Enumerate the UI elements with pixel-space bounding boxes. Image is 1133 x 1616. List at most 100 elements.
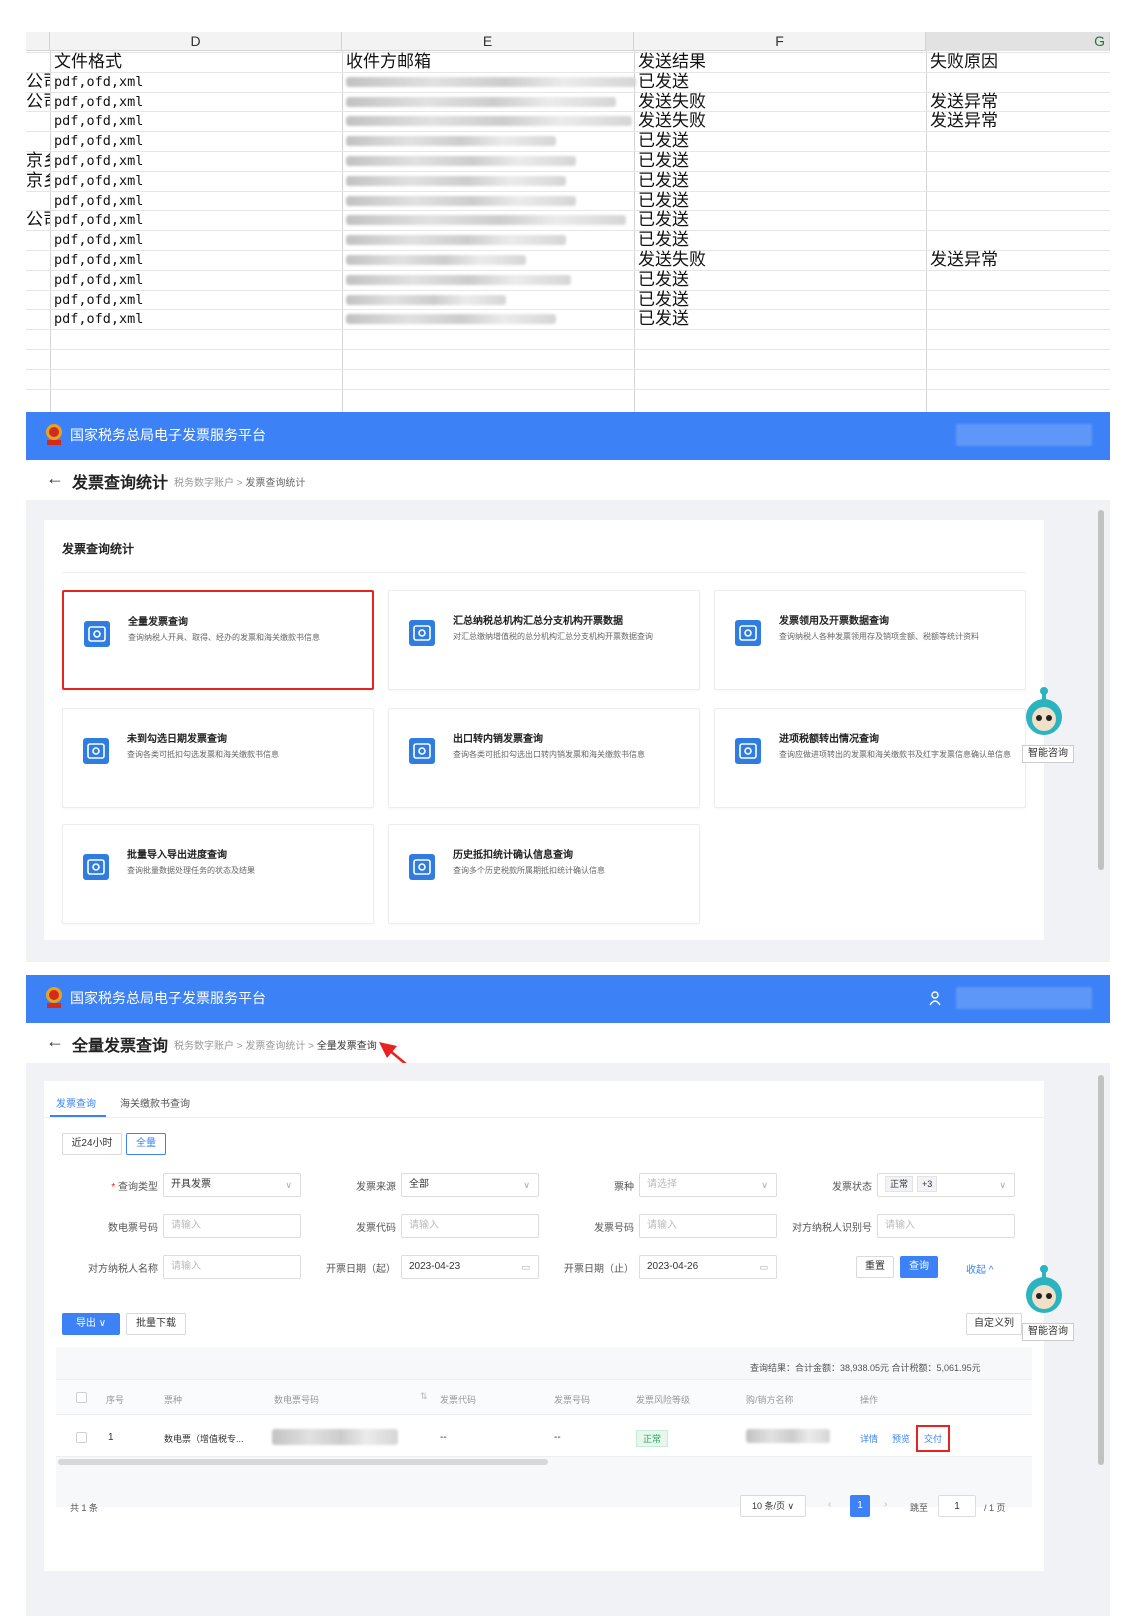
deliver-link[interactable]: 交付: [916, 1425, 951, 1452]
cell-result[interactable]: 已发送: [638, 131, 689, 151]
invoice-query-card: 发票查询 海关缴款书查询 近24小时 全量 * 查询类型 开具发票 ∨ 发票来源 …: [44, 1081, 1044, 1571]
cell-result[interactable]: 发送失败: [638, 250, 706, 270]
status-select[interactable]: 正常 +3 ∨: [877, 1173, 1015, 1197]
query-type-select[interactable]: 开具发票 ∨: [163, 1173, 301, 1197]
select-all-checkbox[interactable]: [76, 1392, 87, 1403]
cell-format[interactable]: pdf,ofd,xml: [54, 270, 143, 290]
cell-format[interactable]: pdf,ofd,xml: [54, 210, 143, 230]
kind-select[interactable]: 请选择 ∨: [639, 1173, 777, 1197]
cell-result[interactable]: 已发送: [638, 230, 689, 250]
jump-page-input[interactable]: 1: [938, 1495, 976, 1517]
source-select[interactable]: 全部 ∨: [401, 1173, 539, 1197]
chatbot-assistant[interactable]: 智能咨询: [1022, 685, 1082, 765]
row-checkbox[interactable]: [76, 1432, 87, 1443]
cell-result[interactable]: 已发送: [638, 210, 689, 230]
query-tile[interactable]: 未到勾选日期发票查询 查询各类可抵扣勾选发票和海关缴款书信息: [62, 708, 374, 808]
reset-button[interactable]: 重置: [856, 1256, 894, 1278]
cell-format[interactable]: pdf,ofd,xml: [54, 309, 143, 329]
cell-format[interactable]: pdf,ofd,xml: [54, 171, 143, 191]
horizontal-scrollbar[interactable]: [58, 1459, 548, 1465]
cell-result[interactable]: 发送失败: [638, 92, 706, 112]
query-button[interactable]: 查询: [900, 1256, 938, 1278]
back-arrow-icon[interactable]: ←: [46, 1031, 64, 1052]
batch-download-button[interactable]: 批量下载: [126, 1313, 186, 1335]
cell-reason[interactable]: 发送异常: [930, 250, 998, 270]
page-1-button[interactable]: 1: [850, 1495, 870, 1517]
column-header-d[interactable]: D: [50, 32, 342, 51]
cell-format[interactable]: pdf,ofd,xml: [54, 290, 143, 310]
cell-prefix[interactable]: 公司: [26, 72, 50, 92]
date-from-picker[interactable]: 2023-04-23 ▭: [401, 1255, 539, 1279]
breadcrumb-item[interactable]: 发票查询统计: [245, 1041, 305, 1052]
back-arrow-icon[interactable]: ←: [46, 468, 64, 489]
user-account-area[interactable]: [956, 987, 1092, 1009]
query-tile[interactable]: 发票领用及开票数据查询 查询纳税人各种发票领用存及销项金额、税额等统计资料: [714, 590, 1026, 690]
range-24h-button[interactable]: 近24小时: [62, 1133, 122, 1155]
query-tile[interactable]: 汇总纳税总机构汇总分支机构开票数据 对汇总缴纳增值税的总分机构汇总分支机构开票数据…: [388, 590, 700, 690]
query-tile[interactable]: 历史抵扣统计确认信息查询 查询多个历史税款所属期抵扣统计确认信息: [388, 824, 700, 924]
code-input[interactable]: 请输入: [401, 1214, 539, 1238]
scrollbar[interactable]: [1098, 1075, 1104, 1465]
cell-result[interactable]: 已发送: [638, 72, 689, 92]
redacted-email: [346, 294, 506, 305]
query-tile[interactable]: 批量导入导出进度查询 查询批量数据处理任务的状态及结果: [62, 824, 374, 924]
cell-prefix[interactable]: 公司: [26, 92, 50, 112]
cell-result[interactable]: 发送失败: [638, 111, 706, 131]
header-cell-reason[interactable]: 失败原因: [930, 52, 998, 72]
user-account-area[interactable]: [956, 424, 1092, 446]
detail-link[interactable]: 详情: [860, 1432, 878, 1445]
export-button[interactable]: 导出 ∨: [62, 1313, 120, 1335]
name-input[interactable]: 请输入: [163, 1255, 301, 1279]
user-icon[interactable]: [928, 990, 942, 1006]
cell-result[interactable]: 已发送: [638, 151, 689, 171]
collapse-link[interactable]: 收起 ^: [966, 1261, 993, 1276]
header-cell-format[interactable]: 文件格式: [54, 52, 122, 72]
query-tile[interactable]: 进项税额转出情况查询 查询应做进项转出的发票和海关缴款书及红字发票信息确认单信息: [714, 708, 1026, 808]
preview-link[interactable]: 预览: [892, 1432, 910, 1445]
custom-columns-button[interactable]: 自定义列: [966, 1313, 1022, 1335]
prev-page-icon[interactable]: ‹: [828, 1499, 831, 1510]
taxid-input[interactable]: 请输入: [877, 1214, 1015, 1238]
tab-invoice-query[interactable]: 发票查询: [56, 1095, 96, 1110]
cell-format[interactable]: pdf,ofd,xml: [54, 92, 143, 112]
column-header-g[interactable]: G: [926, 32, 1110, 51]
number-input[interactable]: 请输入: [639, 1214, 777, 1238]
scrollbar[interactable]: [1098, 510, 1104, 870]
cell-prefix[interactable]: 京乡: [26, 151, 50, 171]
sort-icon[interactable]: ⇅: [420, 1391, 428, 1402]
cell-format[interactable]: pdf,ofd,xml: [54, 72, 143, 92]
row-header-corner[interactable]: [26, 32, 50, 51]
cell-prefix[interactable]: 公司: [26, 210, 50, 230]
chatbot-assistant[interactable]: 智能咨询: [1022, 1263, 1082, 1343]
cell-result[interactable]: 已发送: [638, 171, 689, 191]
column-header-e[interactable]: E: [342, 32, 634, 51]
cell-reason[interactable]: 发送异常: [930, 92, 998, 112]
cell-prefix[interactable]: 京乡: [26, 171, 50, 191]
tab-customs-query[interactable]: 海关缴款书查询: [120, 1095, 190, 1110]
cell-format[interactable]: pdf,ofd,xml: [54, 131, 143, 151]
einvoice-input[interactable]: 请输入: [163, 1214, 301, 1238]
cell-result[interactable]: 已发送: [638, 290, 689, 310]
query-tile[interactable]: 全量发票查询 查询纳税人开具、取得、经办的发票和海关缴款书信息: [62, 590, 374, 690]
breadcrumb-item[interactable]: 税务数字账户: [174, 1041, 234, 1052]
cell-format[interactable]: pdf,ofd,xml: [54, 230, 143, 250]
cell-format[interactable]: pdf,ofd,xml: [54, 111, 143, 131]
query-tile[interactable]: 出口转内销发票查询 查询各类可抵扣勾选出口转内销发票和海关缴款书信息: [388, 708, 700, 808]
header-cell-email[interactable]: 收件方邮箱: [346, 52, 431, 72]
cell-result[interactable]: 已发送: [638, 191, 689, 211]
cell-format[interactable]: pdf,ofd,xml: [54, 250, 143, 270]
cell-format[interactable]: pdf,ofd,xml: [54, 191, 143, 211]
cell-result[interactable]: 已发送: [638, 309, 689, 329]
status-tag[interactable]: 正常: [885, 1176, 914, 1192]
date-to-picker[interactable]: 2023-04-26 ▭: [639, 1255, 777, 1279]
next-page-icon[interactable]: ›: [884, 1499, 887, 1510]
cell-result[interactable]: 已发送: [638, 270, 689, 290]
breadcrumb-item[interactable]: 税务数字账户: [174, 478, 234, 489]
breadcrumb-item[interactable]: 发票查询统计: [245, 478, 305, 489]
cell-reason[interactable]: 发送异常: [930, 111, 998, 131]
page-size-select[interactable]: 10 条/页 ∨: [740, 1495, 806, 1517]
cell-format[interactable]: pdf,ofd,xml: [54, 151, 143, 171]
header-cell-result[interactable]: 发送结果: [638, 52, 706, 72]
column-header-f[interactable]: F: [634, 32, 926, 51]
range-all-button[interactable]: 全量: [126, 1133, 166, 1155]
